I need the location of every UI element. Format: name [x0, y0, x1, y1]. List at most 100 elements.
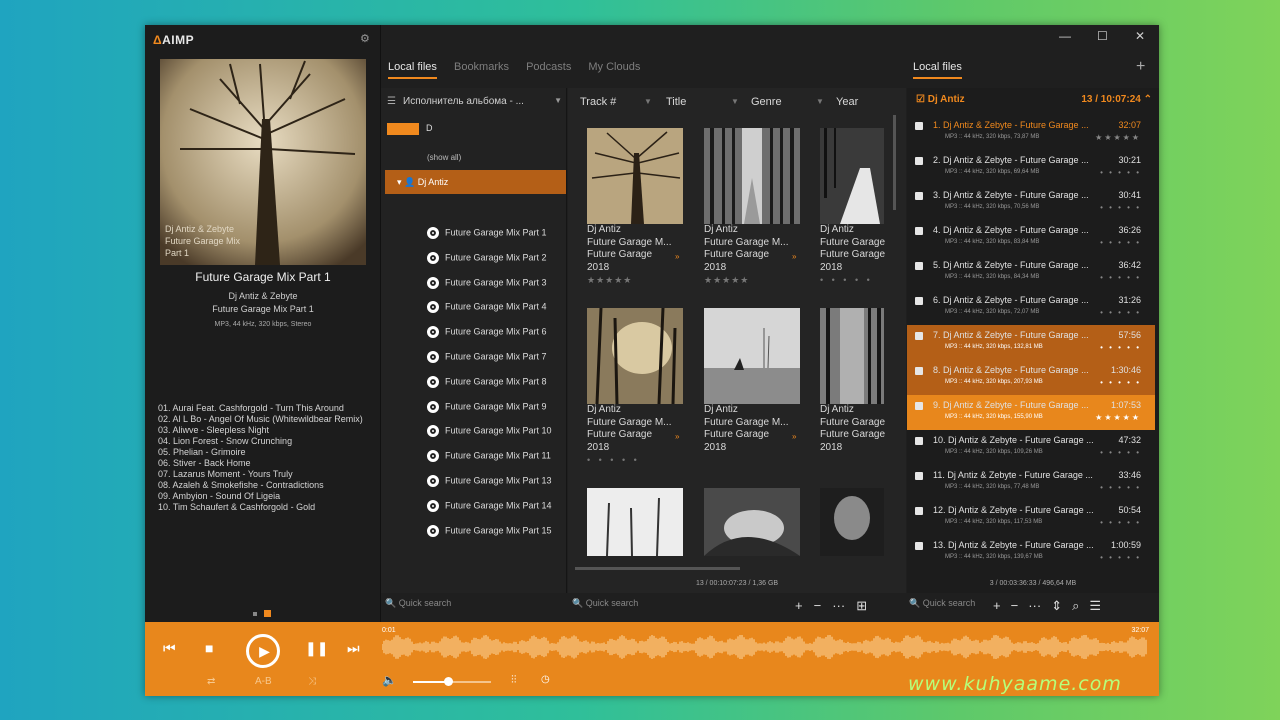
table-row[interactable]: 10. Dj Antiz & Zebyte - Future Garage ..…: [907, 430, 1155, 465]
tree-item[interactable]: Future Garage Mix Part 4: [427, 301, 547, 313]
checkbox-icon[interactable]: [915, 227, 923, 235]
tree-item[interactable]: Future Garage Mix Part 3: [427, 277, 547, 289]
rating[interactable]: ★★★★★: [587, 274, 687, 286]
tree-item[interactable]: Future Garage Mix Part 10: [427, 425, 552, 437]
play-button[interactable]: ▶: [246, 634, 280, 668]
album-tile[interactable]: Dj Antiz Future Garage M... Future Garage 2…: [587, 308, 687, 466]
album-tile[interactable]: [587, 488, 687, 556]
tree-item[interactable]: Future Garage Mix Part 2: [427, 252, 547, 264]
grid-search-input[interactable]: 🔍 Quick search: [572, 598, 638, 609]
track-rating[interactable]: • • • • •: [1100, 553, 1141, 562]
more-icon[interactable]: ···: [832, 598, 845, 613]
track-rating[interactable]: • • • • •: [1100, 518, 1141, 527]
track-rating[interactable]: • • • • •: [1100, 168, 1141, 177]
grid-view-icon[interactable]: ⊞: [856, 598, 867, 613]
tree-item[interactable]: Future Garage Mix Part 7: [427, 351, 547, 363]
album-tile[interactable]: [704, 488, 804, 556]
playlist-search-input[interactable]: 🔍 Quick search: [909, 598, 975, 609]
column-header-track[interactable]: Track #: [580, 96, 616, 108]
table-row[interactable]: 3. Dj Antiz & Zebyte - Future Garage ...…: [907, 185, 1155, 220]
tree-item[interactable]: Future Garage Mix Part 8: [427, 376, 547, 388]
column-header-title[interactable]: Title: [666, 96, 686, 108]
tab-my-clouds[interactable]: My Clouds: [588, 61, 640, 77]
volume-handle[interactable]: [444, 677, 454, 686]
checkbox-icon[interactable]: [915, 367, 923, 375]
page-dot-active[interactable]: [264, 610, 271, 618]
tree-item[interactable]: Future Garage Mix Part 9: [427, 401, 547, 413]
table-row[interactable]: 6. Dj Antiz & Zebyte - Future Garage ...…: [907, 290, 1155, 325]
remove-icon[interactable]: −: [1011, 598, 1019, 613]
letter-filter[interactable]: D: [426, 123, 433, 133]
add-icon[interactable]: +: [993, 598, 1001, 613]
search-icon[interactable]: ⌕: [1072, 598, 1079, 613]
table-row[interactable]: 13. Dj Antiz & Zebyte - Future Garage ..…: [907, 535, 1155, 570]
vertical-scrollbar[interactable]: [893, 115, 896, 210]
track-rating[interactable]: • • • • •: [1100, 308, 1141, 317]
table-row[interactable]: 8. Dj Antiz & Zebyte - Future Garage ...…: [907, 360, 1155, 395]
checkbox-icon[interactable]: [915, 122, 923, 130]
track-rating[interactable]: • • • • •: [1100, 483, 1141, 492]
tree-item[interactable]: Future Garage Mix Part 13: [427, 475, 552, 487]
checkbox-icon[interactable]: [915, 507, 923, 515]
collapse-icon[interactable]: ⌃: [1144, 94, 1152, 105]
checkbox-icon[interactable]: [915, 472, 923, 480]
gear-icon[interactable]: ⚙: [360, 32, 370, 45]
chevron-down-icon[interactable]: »: [792, 252, 796, 261]
checkbox-icon[interactable]: [915, 332, 923, 340]
checkbox-icon[interactable]: [915, 542, 923, 550]
stop-icon[interactable]: ■: [205, 640, 213, 656]
horizontal-scrollbar[interactable]: [575, 567, 740, 570]
tree-grouping-select[interactable]: ☰ Исполнитель альбома - ... ▼: [387, 96, 562, 107]
table-row[interactable]: 7. Dj Antiz & Zebyte - Future Garage ...…: [907, 325, 1155, 360]
tree-item[interactable]: Future Garage Mix Part 1: [427, 227, 547, 239]
tree-item[interactable]: Future Garage Mix Part 14: [427, 500, 552, 512]
sort-icon[interactable]: ⇕: [1051, 598, 1062, 613]
chevron-down-icon[interactable]: »: [792, 432, 796, 441]
rating[interactable]: • • • • •: [820, 274, 890, 286]
album-tile[interactable]: Dj Antiz Future Garage M... Future Garage 2…: [704, 128, 804, 286]
letter-filter-chip[interactable]: [387, 123, 419, 135]
remove-icon[interactable]: −: [814, 598, 822, 613]
add-playlist-icon[interactable]: +: [1136, 58, 1145, 76]
page-dot[interactable]: [253, 611, 257, 616]
table-row[interactable]: 4. Dj Antiz & Zebyte - Future Garage ...…: [907, 220, 1155, 255]
expand-icon[interactable]: ▾: [397, 177, 404, 187]
rating[interactable]: • • • • •: [587, 454, 687, 466]
repeat-icon[interactable]: ⇄: [207, 676, 215, 687]
tab-local-files[interactable]: Local files: [388, 61, 437, 79]
playlist-group-header[interactable]: ☑ Dj Antiz 13 / 10:07:24 ⌃: [916, 94, 1152, 105]
tree-artist-row[interactable]: ▾ 👤 Dj Antiz: [385, 170, 566, 194]
chevron-down-icon[interactable]: »: [675, 252, 679, 261]
add-icon[interactable]: +: [795, 598, 803, 613]
album-tile[interactable]: [820, 488, 890, 556]
tab-podcasts[interactable]: Podcasts: [526, 61, 571, 77]
checkbox-icon[interactable]: [915, 262, 923, 270]
checkbox-icon[interactable]: [915, 157, 923, 165]
page-indicator[interactable]: [253, 605, 278, 623]
tab-playlist-local-files[interactable]: Local files: [913, 61, 962, 79]
track-rating[interactable]: • • • • •: [1100, 378, 1141, 387]
menu-icon[interactable]: ☰: [387, 96, 397, 107]
checkbox-icon[interactable]: [915, 192, 923, 200]
tree-item[interactable]: Future Garage Mix Part 15: [427, 525, 552, 537]
album-tile[interactable]: Dj Antiz Future Garage Future Garage 2018: [820, 308, 890, 454]
rating[interactable]: ★★★★★: [704, 274, 804, 286]
table-row[interactable]: 12. Dj Antiz & Zebyte - Future Garage ..…: [907, 500, 1155, 535]
checkbox-icon[interactable]: [915, 437, 923, 445]
waveform-seekbar[interactable]: [382, 635, 1148, 659]
track-rating[interactable]: • • • • •: [1100, 238, 1141, 247]
album-tile[interactable]: Dj Antiz Future Garage M... Future Garage 2…: [587, 128, 687, 286]
more-icon[interactable]: ···: [1028, 598, 1041, 613]
table-row[interactable]: 11. Dj Antiz & Zebyte - Future Garage ..…: [907, 465, 1155, 500]
next-icon[interactable]: ⏭: [347, 640, 360, 657]
checkbox-icon[interactable]: [915, 297, 923, 305]
menu-icon[interactable]: ☰: [1089, 598, 1101, 613]
maximize-button[interactable]: ☐: [1097, 29, 1108, 43]
tab-bookmarks[interactable]: Bookmarks: [454, 61, 509, 77]
column-header-genre[interactable]: Genre: [751, 96, 782, 108]
shuffle-icon[interactable]: ⤨: [308, 676, 316, 687]
tree-search-input[interactable]: 🔍 Quick search: [381, 598, 567, 609]
tree-item[interactable]: Future Garage Mix Part 6: [427, 326, 547, 338]
sort-icon[interactable]: ▼: [644, 97, 652, 106]
chevron-down-icon[interactable]: ▼: [554, 96, 562, 105]
